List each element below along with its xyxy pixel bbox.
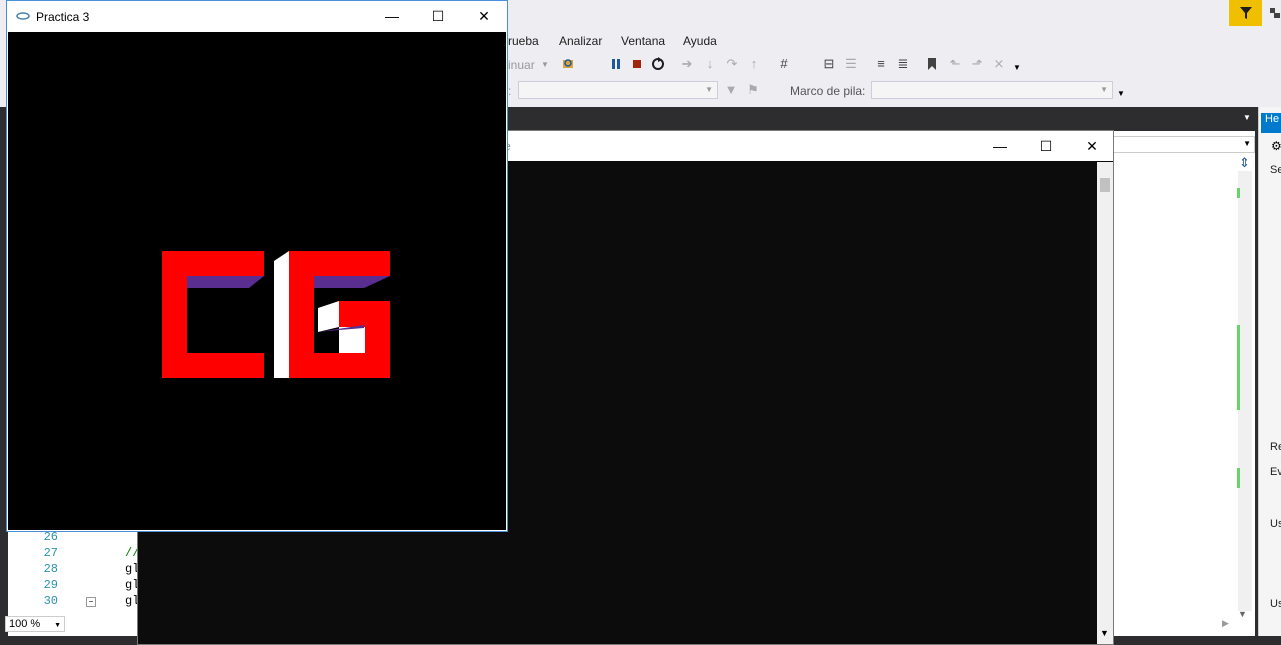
console-scrollbar[interactable]: ▼ <box>1097 162 1113 644</box>
panel-item[interactable]: Us <box>1270 598 1281 610</box>
people-icon[interactable] <box>1268 6 1281 20</box>
change-marker <box>1237 188 1240 198</box>
toolbar-overflow-2-icon[interactable]: ▼ <box>1117 89 1125 98</box>
letter-g-shape <box>274 251 390 378</box>
step-out-icon[interactable]: ↑ <box>747 57 761 71</box>
panel-item[interactable]: Se <box>1270 164 1281 176</box>
filter-icon <box>1239 7 1252 19</box>
minimize-button[interactable]: — <box>977 131 1023 161</box>
next-bookmark-icon[interactable]: ⬏ <box>970 57 984 71</box>
close-icon: ✕ <box>1086 137 1098 154</box>
stack-frame-label: Marco de pila: <box>790 84 866 98</box>
gl-render-canvas[interactable] <box>8 32 506 530</box>
process-combo[interactable]: ▼ <box>518 81 718 99</box>
change-marker <box>1237 468 1240 488</box>
member-dropdown[interactable]: ▼ <box>1111 136 1255 153</box>
bookmark-icon[interactable] <box>925 57 939 71</box>
scroll-right-icon[interactable]: ▶ <box>1222 618 1229 629</box>
panel-item[interactable]: Re <box>1270 441 1281 453</box>
minimize-button[interactable]: — <box>369 1 415 31</box>
feedback-filter-button[interactable] <box>1229 0 1262 26</box>
line-number: 28 <box>43 562 58 576</box>
zoom-combo[interactable]: 100 % ▼ <box>5 616 65 632</box>
maximize-icon: ☐ <box>1039 137 1053 154</box>
letter-c-shape <box>162 251 264 378</box>
prev-bookmark-icon[interactable]: ⬑ <box>948 57 962 71</box>
comment-icon[interactable]: ≣ <box>896 57 910 71</box>
flag-threads-icon[interactable]: ⚑ <box>746 83 760 97</box>
panel-header[interactable]: He <box>1261 113 1281 133</box>
panel-item[interactable]: Ev <box>1270 466 1281 478</box>
settings-icon[interactable]: ⚙ <box>1271 139 1281 153</box>
continue-button-label[interactable]: inuar <box>508 58 535 72</box>
change-marker <box>1237 325 1240 410</box>
stack-frame-combo[interactable]: ▼ <box>871 81 1113 99</box>
stop-icon[interactable] <box>630 57 644 71</box>
restart-icon[interactable] <box>651 57 665 71</box>
editor-vertical-scrollbar[interactable] <box>1238 171 1252 611</box>
cg-letters-render <box>162 251 390 378</box>
process-label: : <box>508 84 512 98</box>
scroll-down-icon[interactable]: ▼ <box>1238 609 1247 619</box>
scroll-down-icon[interactable]: ▼ <box>1100 628 1109 638</box>
close-button[interactable]: ✕ <box>461 1 507 31</box>
step-over-icon[interactable]: ↷ <box>725 57 739 71</box>
gl-window-title: Practica 3 <box>36 10 90 24</box>
close-icon: ✕ <box>478 7 490 24</box>
collapse-region-icon[interactable]: − <box>86 597 96 607</box>
pause-icon[interactable] <box>609 57 623 71</box>
show-next-statement-icon[interactable]: ➔ <box>680 57 694 71</box>
line-number: 26 <box>43 530 58 544</box>
maximize-button[interactable]: ☐ <box>1023 131 1069 161</box>
threads-icon[interactable]: ⊟ <box>822 57 836 71</box>
menu-item-ayuda[interactable]: Ayuda <box>683 34 717 48</box>
hex-display-icon[interactable]: # <box>777 57 791 71</box>
close-button[interactable]: ✕ <box>1069 131 1115 161</box>
menu-item-analizar[interactable]: Analizar <box>559 34 602 48</box>
step-into-icon[interactable]: ↓ <box>703 57 717 71</box>
panel-item[interactable]: Us <box>1270 518 1281 530</box>
outdent-icon[interactable]: ≡ <box>874 57 888 71</box>
maximize-button[interactable]: ☐ <box>415 1 461 31</box>
filter-threads-icon[interactable]: ▼ <box>724 83 738 97</box>
toolbar-overflow-icon[interactable]: ▼ <box>1013 63 1021 72</box>
tab-overflow-icon[interactable]: ▼ <box>1243 113 1251 122</box>
right-tool-panel: He ⚙ <box>1258 107 1281 645</box>
menu-item-prueba[interactable]: rueba <box>508 34 539 48</box>
continue-dropdown-icon[interactable]: ▼ <box>541 60 549 69</box>
line-number: 30 <box>43 594 58 608</box>
split-editor-icon[interactable]: ⇕ <box>1239 155 1250 171</box>
minimize-icon: — <box>993 138 1007 154</box>
gl-window[interactable]: Practica 3 — ☐ ✕ <box>6 0 508 532</box>
menu-item-ventana[interactable]: Ventana <box>621 34 665 48</box>
stack-icon[interactable]: ☰ <box>844 57 858 71</box>
maximize-icon: ☐ <box>431 7 445 24</box>
minimize-icon: — <box>385 8 399 24</box>
find-icon[interactable] <box>562 57 576 71</box>
app-icon <box>16 10 30 24</box>
scrollbar-thumb[interactable] <box>1100 178 1110 192</box>
line-number: 27 <box>43 546 58 560</box>
clear-bookmarks-icon[interactable]: ⨯ <box>992 57 1006 71</box>
line-number: 29 <box>43 578 58 592</box>
